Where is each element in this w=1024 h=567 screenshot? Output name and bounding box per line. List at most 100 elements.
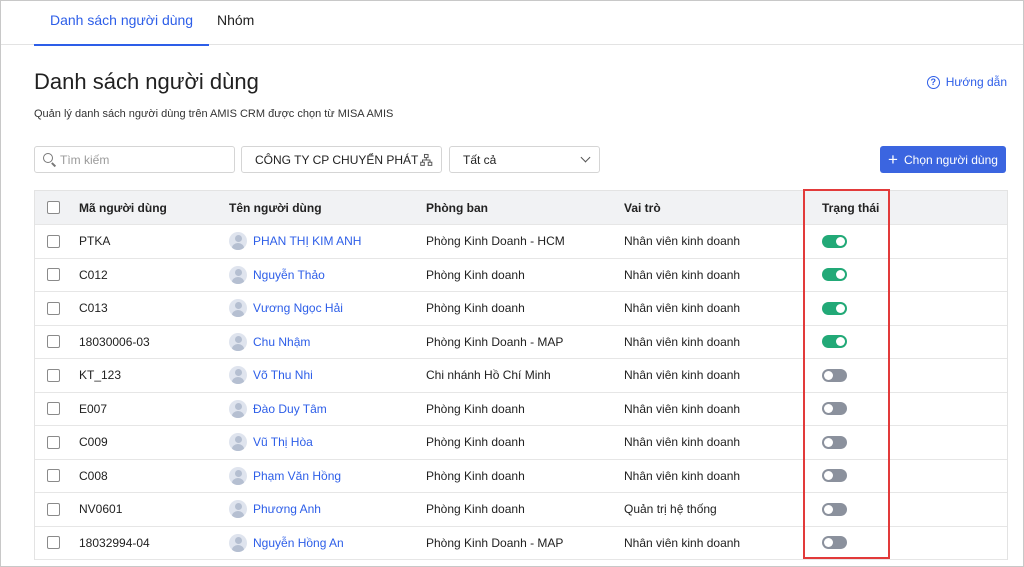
user-code: C008 [79, 468, 108, 483]
avatar [229, 500, 247, 519]
avatar [229, 399, 247, 418]
row-checkbox[interactable] [47, 335, 60, 349]
row-checkbox[interactable] [47, 268, 60, 282]
page-title: Danh sách người dùng [34, 69, 259, 94]
column-header-code[interactable]: Mã người dùng [79, 191, 167, 224]
user-dept: Phòng Kinh doanh [426, 267, 525, 282]
tab-groups[interactable]: Nhóm [201, 1, 270, 45]
user-role: Nhân viên kinh doanh [624, 334, 741, 349]
table-row[interactable]: C013 Vương Ngọc Hải Phòng Kinh doanh Nhân v… [35, 292, 1007, 326]
toggle-knob [836, 337, 845, 347]
user-role: Nhân viên kinh doanh [624, 301, 741, 316]
table-row[interactable]: KT_123 Võ Thu Nhi Chi nhánh Hồ Chí Minh Nhâ… [35, 359, 1007, 393]
row-checkbox[interactable] [47, 402, 60, 416]
user-name-link[interactable]: Đào Duy Tâm [253, 402, 327, 416]
company-select[interactable]: CÔNG TY CP CHUYỂN PHÁT N... [241, 146, 442, 173]
user-dept: Phòng Kinh Doanh - MAP [426, 535, 564, 550]
user-dept: Phòng Kinh doanh [426, 468, 525, 483]
status-toggle[interactable] [822, 268, 847, 282]
user-code: PTKA [79, 234, 111, 249]
user-code: E007 [79, 401, 108, 416]
user-code: C012 [79, 267, 108, 282]
user-role: Nhân viên kinh doanh [624, 535, 741, 550]
status-toggle[interactable] [822, 502, 847, 516]
user-dept: Phòng Kinh doanh [426, 502, 525, 517]
org-tree-icon[interactable] [420, 153, 433, 167]
user-dept: Phòng Kinh Doanh - HCM [426, 234, 565, 249]
status-toggle[interactable] [822, 435, 847, 449]
user-name-cell: Võ Thu Nhi [229, 359, 313, 392]
search-input[interactable] [60, 152, 230, 167]
select-all-checkbox[interactable] [47, 201, 60, 214]
row-checkbox[interactable] [47, 234, 60, 248]
user-role: Nhân viên kinh doanh [624, 234, 741, 249]
row-checkbox[interactable] [47, 469, 60, 483]
user-name-cell: Phạm Văn Hồng [229, 460, 341, 493]
status-filter-select[interactable]: Tất cả [449, 146, 600, 173]
help-link[interactable]: ? Hướng dẫn [926, 75, 1007, 89]
user-name-cell: Nguyễn Hồng An [229, 527, 344, 560]
user-table: Mã người dùng Tên người dùng Phòng ban V… [34, 190, 1008, 560]
status-toggle[interactable] [822, 335, 847, 349]
status-toggle[interactable] [822, 402, 847, 416]
user-code: C009 [79, 435, 108, 450]
avatar [229, 366, 247, 385]
user-name-link[interactable]: Vương Ngọc Hải [253, 301, 343, 315]
column-header-status[interactable]: Trạng thái [822, 191, 879, 224]
row-checkbox[interactable] [47, 435, 60, 449]
column-header-dept[interactable]: Phòng ban [426, 191, 488, 224]
status-toggle[interactable] [822, 368, 847, 382]
toggle-knob [824, 437, 833, 447]
user-role: Nhân viên kinh doanh [624, 468, 741, 483]
user-name-link[interactable]: Nguyễn Thảo [253, 268, 325, 282]
user-name-cell: Vương Ngọc Hải [229, 292, 343, 325]
user-name-link[interactable]: PHAN THỊ KIM ANH [253, 234, 361, 248]
toggle-knob [836, 270, 845, 280]
table-row[interactable]: PTKA PHAN THỊ KIM ANH Phòng Kinh Doanh - H… [35, 225, 1007, 259]
row-checkbox[interactable] [47, 368, 60, 382]
table-body: PTKA PHAN THỊ KIM ANH Phòng Kinh Doanh - H… [35, 225, 1007, 560]
user-name-link[interactable]: Vũ Thị Hòa [253, 435, 313, 449]
user-name-link[interactable]: Võ Thu Nhi [253, 368, 313, 382]
table-row[interactable]: 18032994-04 Nguyễn Hồng An Phòng Kinh Doan… [35, 527, 1007, 560]
table-row[interactable]: NV0601 Phương Anh Phòng Kinh doanh Quản trị… [35, 493, 1007, 527]
table-row[interactable]: C008 Phạm Văn Hồng Phòng Kinh doanh Nhân vi… [35, 460, 1007, 493]
search-box[interactable] [34, 146, 235, 173]
user-name-link[interactable]: Chu Nhậm [253, 335, 310, 349]
status-filter-value: Tất cả [463, 152, 497, 167]
status-toggle[interactable] [822, 536, 847, 550]
company-select-value: CÔNG TY CP CHUYỂN PHÁT N... [255, 152, 420, 167]
user-dept: Phòng Kinh doanh [426, 435, 525, 450]
table-row[interactable]: C012 Nguyễn Thảo Phòng Kinh doanh Nhân viên… [35, 259, 1007, 292]
row-checkbox[interactable] [47, 502, 60, 516]
toggle-knob [824, 404, 833, 414]
user-name-link[interactable]: Phương Anh [253, 502, 321, 516]
add-user-button[interactable]: + Chọn người dùng [880, 146, 1006, 173]
user-name-cell: Phương Anh [229, 493, 321, 526]
table-row[interactable]: C009 Vũ Thị Hòa Phòng Kinh doanh Nhân viên … [35, 426, 1007, 460]
question-icon: ? [926, 75, 940, 89]
user-name-link[interactable]: Phạm Văn Hồng [253, 469, 341, 483]
column-header-name[interactable]: Tên người dùng [229, 191, 322, 224]
app-frame: Danh sách người dùng Nhóm Danh sách ngườ… [0, 0, 1024, 567]
toggle-knob [824, 370, 833, 380]
avatar [229, 533, 247, 552]
avatar [229, 265, 247, 284]
table-row[interactable]: 18030006-03 Chu Nhậm Phòng Kinh Doanh - MA… [35, 326, 1007, 359]
tab-user-list[interactable]: Danh sách người dùng [34, 1, 210, 46]
avatar [229, 433, 247, 452]
status-toggle[interactable] [822, 234, 847, 248]
table-row[interactable]: E007 Đào Duy Tâm Phòng Kinh doanh Nhân viên… [35, 393, 1007, 426]
row-checkbox[interactable] [47, 301, 60, 315]
status-toggle[interactable] [822, 301, 847, 315]
toggle-knob [836, 236, 845, 246]
user-name-link[interactable]: Nguyễn Hồng An [253, 536, 344, 550]
table-header-row: Mã người dùng Tên người dùng Phòng ban V… [35, 191, 1007, 225]
status-toggle[interactable] [822, 469, 847, 483]
column-header-role[interactable]: Vai trò [624, 191, 661, 224]
avatar [229, 299, 247, 318]
toggle-knob [824, 471, 833, 481]
row-checkbox[interactable] [47, 536, 60, 550]
user-dept: Phòng Kinh doanh [426, 401, 525, 416]
user-dept: Chi nhánh Hồ Chí Minh [426, 368, 551, 383]
